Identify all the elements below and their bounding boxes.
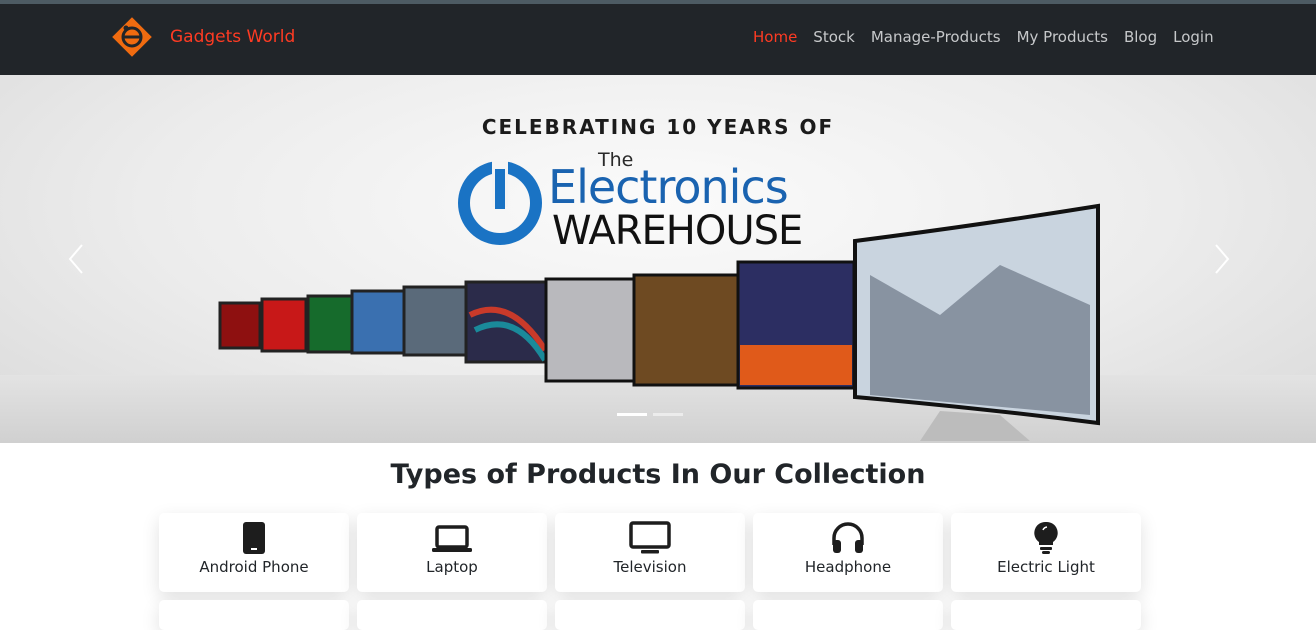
product-type-card-headphone[interactable]: Headphone [753,513,943,592]
hero-electronics-text: Electronics [548,160,789,214]
product-type-list: Android Phone Laptop Television Headphon… [159,513,1141,592]
product-type-card[interactable] [555,600,745,630]
product-type-card-laptop[interactable]: Laptop [357,513,547,592]
product-type-label: Electric Light [997,558,1095,576]
product-type-label: Android Phone [199,558,309,576]
nav-my-products[interactable]: My Products [1017,28,1108,46]
hero-warehouse-text: WAREHOUSE [552,208,803,254]
nav-stock[interactable]: Stock [813,28,855,46]
main-nav: Home Stock Manage-Products My Products B… [753,28,1214,46]
product-type-card-television[interactable]: Television [555,513,745,592]
lightbulb-icon [1034,521,1058,554]
chevron-right-icon[interactable] [1210,241,1234,277]
nav-manage-products[interactable]: Manage-Products [871,28,1001,46]
gadget-logo-icon [112,17,152,57]
nav-blog[interactable]: Blog [1124,28,1157,46]
carousel-indicator-2[interactable] [653,413,683,416]
hero-carousel: CELEBRATING 10 YEARS OF The Electronics … [0,75,1316,443]
brand-link[interactable]: Gadgets World [110,12,295,62]
product-type-label: Headphone [804,558,892,576]
product-type-label: Television [613,558,687,576]
product-type-card[interactable] [753,600,943,630]
product-type-label: Laptop [426,558,478,576]
nav-login[interactable]: Login [1173,28,1213,46]
nav-home[interactable]: Home [753,28,797,46]
brand-name: Gadgets World [170,27,296,47]
product-type-card[interactable] [951,600,1141,630]
phone-icon [243,522,265,554]
chevron-left-icon[interactable] [64,241,88,277]
product-type-card-android-phone[interactable]: Android Phone [159,513,349,592]
product-type-list-row-2 [159,600,1141,630]
product-type-card[interactable] [159,600,349,630]
collection-title: Types of Products In Our Collection [390,459,926,490]
carousel-indicator-1[interactable] [617,413,647,416]
product-type-card-electric-light[interactable]: Electric Light [951,513,1141,592]
product-type-card[interactable] [357,600,547,630]
laptop-icon [432,525,472,552]
carousel-indicators [617,413,683,416]
hero-caption-top: CELEBRATING 10 YEARS OF [481,115,835,139]
navbar: Gadgets World Home Stock Manage-Products… [0,4,1316,75]
tv-icon [629,521,671,554]
headphone-icon [832,522,864,553]
